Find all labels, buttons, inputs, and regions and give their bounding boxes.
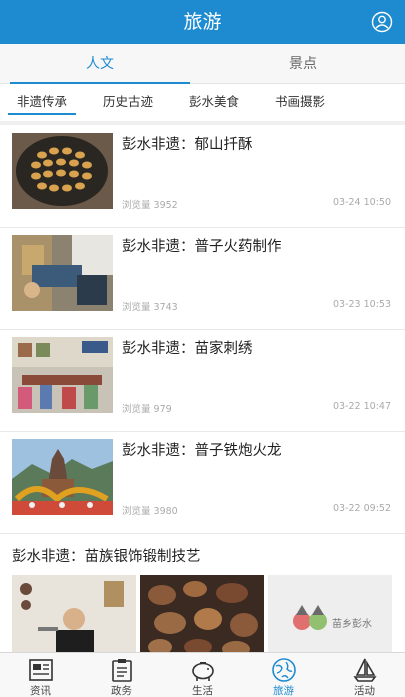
tab-renwen[interactable]: 人文 [10, 44, 190, 84]
nav-zhengwu[interactable]: 政务 [81, 653, 162, 697]
gallery-image [12, 575, 136, 655]
news-title: 彭水非遗：苗族银饰锻制技艺 [12, 549, 201, 565]
list-item[interactable]: 彭水非遗：郁山扦酥 浏览量 3952 03-24 10:50 [0, 125, 405, 228]
bottom-nav-bar: 资讯 政务 生活 旅游 活动 [0, 652, 405, 697]
globe-icon [272, 658, 296, 682]
sailboat-icon [353, 658, 377, 682]
nav-shenghuo[interactable]: 生活 [162, 653, 243, 697]
gallery-image: 苗乡彭水 [268, 575, 392, 655]
news-thumbnail [12, 235, 113, 311]
active-subtab-indicator [8, 113, 76, 115]
view-count: 浏览量 979 [122, 404, 172, 415]
tab-jingdian[interactable]: 景点 [213, 44, 393, 84]
news-thumbnail [12, 133, 113, 209]
news-title: 彭水非遗：普子火药制作 [122, 239, 282, 255]
list-item[interactable]: 彭水非遗：苗家刺绣 浏览量 979 03-22 10:47 [0, 329, 405, 432]
active-tab-indicator [10, 82, 190, 84]
news-title: 彭水非遗：郁山扦酥 [122, 137, 253, 153]
sub-tab-bar: 非遗传承 历史古迹 彭水美食 书画摄影 [0, 85, 405, 121]
subtab-lishi[interactable]: 历史古迹 [94, 85, 162, 121]
news-thumbnail [12, 337, 113, 413]
piggy-bank-icon [192, 662, 214, 681]
list-item[interactable]: 彭水非遗：普子铁炮火龙 浏览量 3980 03-22 09:52 [0, 431, 405, 534]
nav-lvyou[interactable]: 旅游 [243, 653, 324, 697]
nav-zixun[interactable]: 资讯 [0, 653, 81, 697]
main-tab-bar: 人文 景点 [0, 44, 405, 84]
news-title: 彭水非遗：苗家刺绣 [122, 341, 253, 357]
news-title: 彭水非遗：普子铁炮火龙 [122, 443, 282, 459]
subtab-meishi[interactable]: 彭水美食 [180, 85, 248, 121]
news-thumbnail [12, 439, 113, 515]
app-header: 旅游 [0, 0, 405, 44]
view-count: 浏览量 3952 [122, 200, 178, 211]
nav-huodong[interactable]: 活动 [324, 653, 405, 697]
gallery-image [140, 575, 264, 655]
image-strip: 苗乡彭水 [12, 575, 393, 655]
news-date: 03-24 10:50 [332, 197, 391, 208]
user-icon[interactable] [371, 11, 393, 33]
news-date: 03-22 10:47 [332, 401, 391, 412]
view-count: 浏览量 3980 [122, 506, 178, 517]
list-item[interactable]: 彭水非遗：普子火药制作 浏览量 3743 03-23 10:53 [0, 227, 405, 330]
subtab-shuhua[interactable]: 书画摄影 [266, 85, 334, 121]
page-title: 旅游 [183, 11, 222, 33]
clipboard-icon [112, 659, 132, 682]
newspaper-icon [29, 659, 53, 681]
news-date: 03-22 09:52 [332, 503, 391, 514]
subtab-feiyi[interactable]: 非遗传承 [8, 85, 76, 121]
logo-text: 苗乡彭水 [332, 617, 372, 630]
view-count: 浏览量 3743 [122, 302, 178, 313]
news-date: 03-23 10:53 [332, 299, 391, 310]
